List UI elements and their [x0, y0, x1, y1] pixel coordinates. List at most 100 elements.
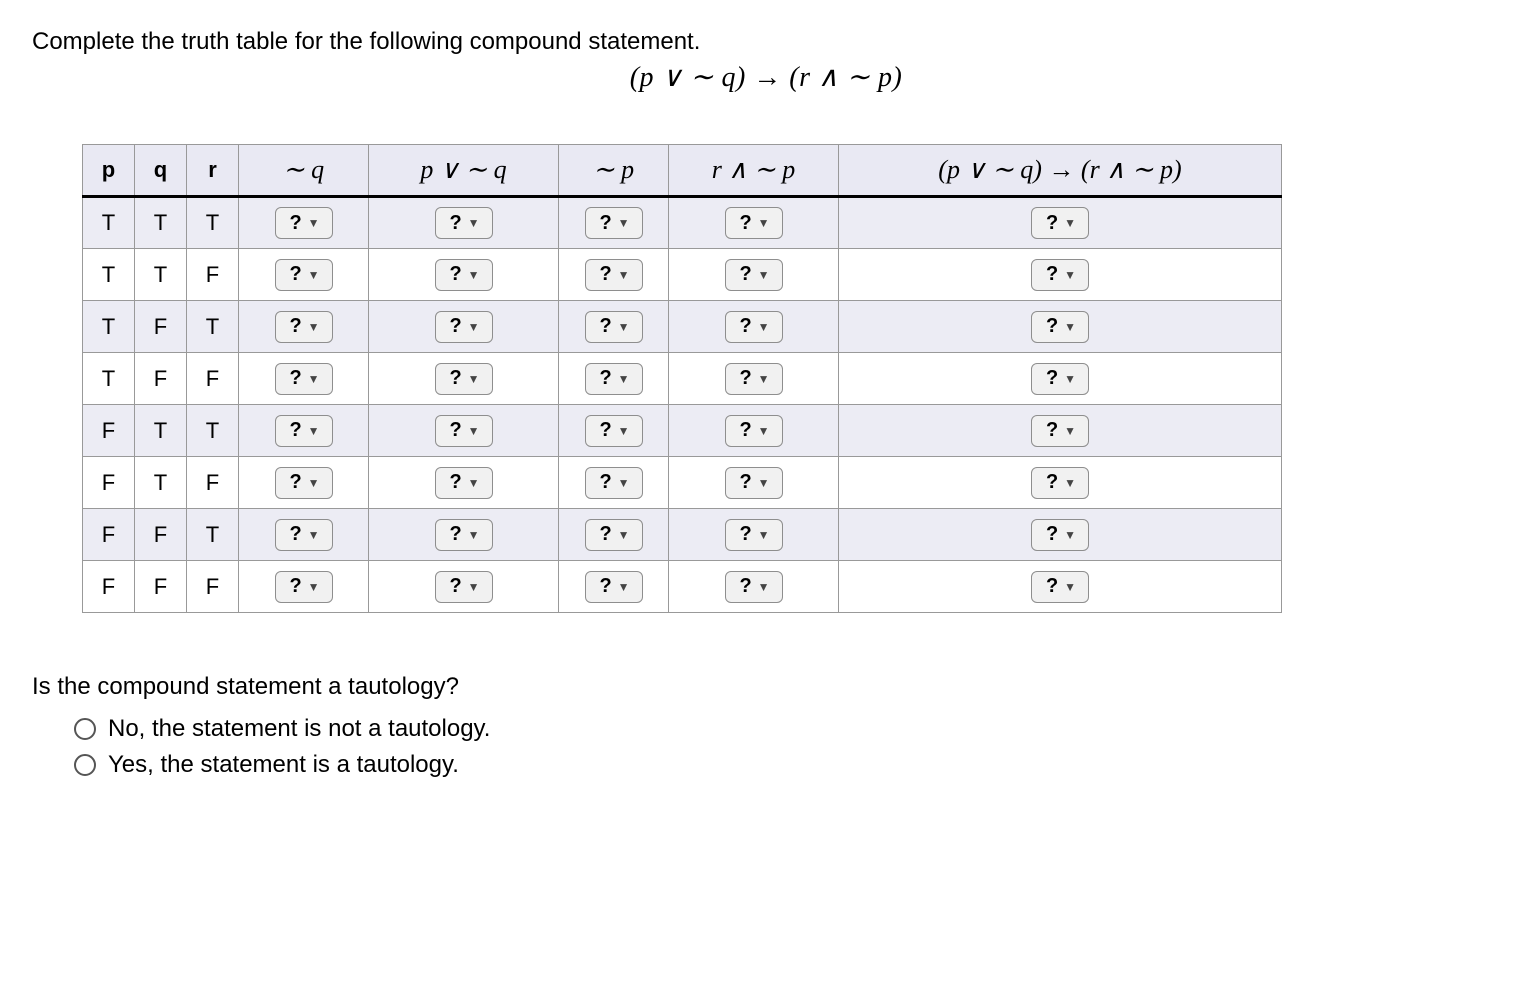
chevron-down-icon: ▼ [308, 581, 320, 593]
dropdown-r-and-not-p[interactable]: ?▼ [725, 571, 783, 603]
dropdown-r-and-not-p[interactable]: ?▼ [725, 259, 783, 291]
chevron-down-icon: ▼ [1064, 425, 1076, 437]
table-row: F T F ?▼ ?▼ ?▼ ?▼ ?▼ [83, 457, 1282, 509]
chevron-down-icon: ▼ [308, 217, 320, 229]
cell-r: F [187, 457, 239, 509]
chevron-down-icon: ▼ [758, 425, 770, 437]
col-header-p-or-not-q: p ∨ ∼ q [369, 145, 559, 197]
dropdown-p-or-not-q[interactable]: ?▼ [435, 363, 493, 395]
chevron-down-icon: ▼ [468, 529, 480, 541]
dropdown-not-p[interactable]: ?▼ [585, 519, 643, 551]
dropdown-not-q[interactable]: ?▼ [275, 259, 333, 291]
dropdown-not-p[interactable]: ?▼ [585, 259, 643, 291]
chevron-down-icon: ▼ [468, 581, 480, 593]
table-row: F T T ?▼ ?▼ ?▼ ?▼ ?▼ [83, 405, 1282, 457]
dropdown-not-p[interactable]: ?▼ [585, 207, 643, 239]
table-row: T F T ?▼ ?▼ ?▼ ?▼ ?▼ [83, 301, 1282, 353]
radio-option-no[interactable]: No, the statement is not a tautology. [74, 715, 1500, 743]
chevron-down-icon: ▼ [1064, 581, 1076, 593]
chevron-down-icon: ▼ [308, 321, 320, 333]
dropdown-not-q[interactable]: ?▼ [275, 311, 333, 343]
chevron-down-icon: ▼ [1064, 269, 1076, 281]
dropdown-full[interactable]: ?▼ [1031, 467, 1089, 499]
radio-label: Yes, the statement is a tautology. [108, 751, 459, 779]
col-header-full-statement: (p ∨ ∼ q) → (r ∧ ∼ p) [839, 145, 1282, 197]
dropdown-p-or-not-q[interactable]: ?▼ [435, 415, 493, 447]
col-header-p: p [83, 145, 135, 197]
chevron-down-icon: ▼ [1064, 217, 1076, 229]
dropdown-r-and-not-p[interactable]: ?▼ [725, 363, 783, 395]
dropdown-r-and-not-p[interactable]: ?▼ [725, 311, 783, 343]
dropdown-p-or-not-q[interactable]: ?▼ [435, 467, 493, 499]
chevron-down-icon: ▼ [618, 477, 630, 489]
dropdown-not-q[interactable]: ?▼ [275, 415, 333, 447]
cell-p: T [83, 249, 135, 301]
dropdown-not-q[interactable]: ?▼ [275, 571, 333, 603]
dropdown-p-or-not-q[interactable]: ?▼ [435, 311, 493, 343]
table-row: F F F ?▼ ?▼ ?▼ ?▼ ?▼ [83, 561, 1282, 613]
chevron-down-icon: ▼ [758, 373, 770, 385]
instruction-text: Complete the truth table for the followi… [32, 28, 1500, 56]
cell-r: T [187, 197, 239, 249]
cell-q: F [135, 561, 187, 613]
chevron-down-icon: ▼ [308, 529, 320, 541]
dropdown-not-q[interactable]: ?▼ [275, 207, 333, 239]
dropdown-p-or-not-q[interactable]: ?▼ [435, 519, 493, 551]
cell-r: F [187, 249, 239, 301]
chevron-down-icon: ▼ [308, 269, 320, 281]
chevron-down-icon: ▼ [618, 321, 630, 333]
cell-p: T [83, 301, 135, 353]
chevron-down-icon: ▼ [308, 425, 320, 437]
dropdown-not-p[interactable]: ?▼ [585, 311, 643, 343]
table-row: T T T ?▼ ?▼ ?▼ ?▼ ?▼ [83, 197, 1282, 249]
cell-q: F [135, 353, 187, 405]
chevron-down-icon: ▼ [1064, 529, 1076, 541]
chevron-down-icon: ▼ [468, 217, 480, 229]
chevron-down-icon: ▼ [1064, 321, 1076, 333]
dropdown-p-or-not-q[interactable]: ?▼ [435, 259, 493, 291]
chevron-down-icon: ▼ [618, 581, 630, 593]
dropdown-full[interactable]: ?▼ [1031, 571, 1089, 603]
chevron-down-icon: ▼ [758, 321, 770, 333]
dropdown-full[interactable]: ?▼ [1031, 311, 1089, 343]
cell-r: F [187, 353, 239, 405]
cell-p: F [83, 561, 135, 613]
radio-icon [74, 754, 96, 776]
dropdown-not-p[interactable]: ?▼ [585, 467, 643, 499]
dropdown-not-p[interactable]: ?▼ [585, 363, 643, 395]
cell-r: F [187, 561, 239, 613]
dropdown-p-or-not-q[interactable]: ?▼ [435, 207, 493, 239]
dropdown-r-and-not-p[interactable]: ?▼ [725, 519, 783, 551]
dropdown-not-q[interactable]: ?▼ [275, 467, 333, 499]
tautology-options: No, the statement is not a tautology. Ye… [32, 715, 1500, 779]
dropdown-not-p[interactable]: ?▼ [585, 571, 643, 603]
tautology-question: Is the compound statement a tautology? [32, 673, 1500, 701]
dropdown-not-p[interactable]: ?▼ [585, 415, 643, 447]
dropdown-not-q[interactable]: ?▼ [275, 363, 333, 395]
dropdown-r-and-not-p[interactable]: ?▼ [725, 415, 783, 447]
compound-statement-formula: (p ∨ ∼ q) → (r ∧ ∼ p) [32, 60, 1500, 94]
chevron-down-icon: ▼ [468, 425, 480, 437]
col-header-r-and-not-p: r ∧ ∼ p [669, 145, 839, 197]
dropdown-r-and-not-p[interactable]: ?▼ [725, 467, 783, 499]
dropdown-r-and-not-p[interactable]: ?▼ [725, 207, 783, 239]
cell-q: T [135, 457, 187, 509]
table-row: T F F ?▼ ?▼ ?▼ ?▼ ?▼ [83, 353, 1282, 405]
cell-q: T [135, 405, 187, 457]
dropdown-not-q[interactable]: ?▼ [275, 519, 333, 551]
col-header-not-q: ∼ q [239, 145, 369, 197]
dropdown-p-or-not-q[interactable]: ?▼ [435, 571, 493, 603]
chevron-down-icon: ▼ [468, 477, 480, 489]
chevron-down-icon: ▼ [308, 373, 320, 385]
radio-option-yes[interactable]: Yes, the statement is a tautology. [74, 751, 1500, 779]
dropdown-full[interactable]: ?▼ [1031, 259, 1089, 291]
cell-q: F [135, 509, 187, 561]
dropdown-full[interactable]: ?▼ [1031, 207, 1089, 239]
chevron-down-icon: ▼ [618, 269, 630, 281]
chevron-down-icon: ▼ [1064, 373, 1076, 385]
cell-q: T [135, 249, 187, 301]
dropdown-full[interactable]: ?▼ [1031, 415, 1089, 447]
dropdown-full[interactable]: ?▼ [1031, 519, 1089, 551]
cell-p: T [83, 197, 135, 249]
dropdown-full[interactable]: ?▼ [1031, 363, 1089, 395]
